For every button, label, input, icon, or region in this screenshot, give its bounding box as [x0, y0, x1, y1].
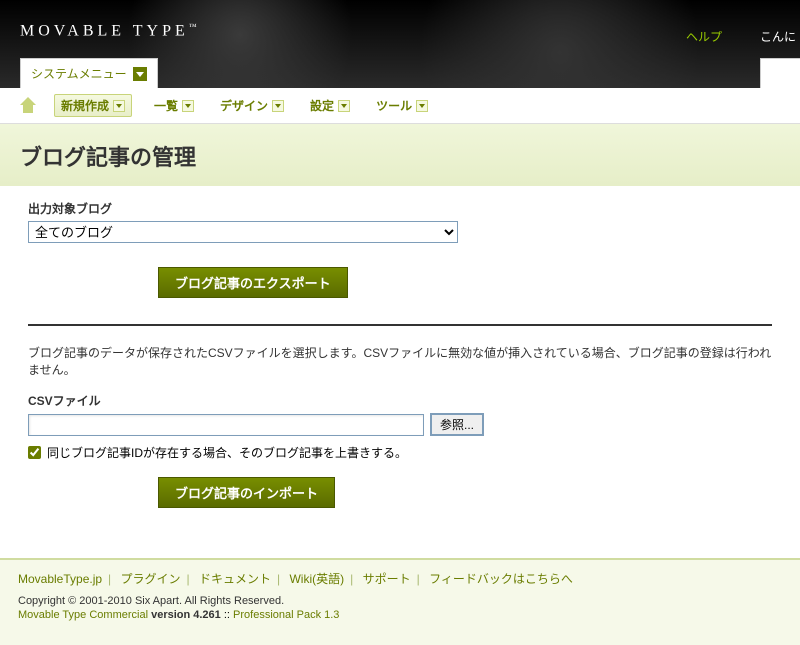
csv-file-input[interactable] — [28, 414, 424, 436]
footer-link[interactable]: MovableType.jp — [18, 572, 102, 586]
logo-tm: ™ — [189, 22, 197, 31]
system-menu-tab[interactable]: システムメニュー — [20, 58, 158, 88]
nav-item-design[interactable]: デザイン — [216, 94, 288, 117]
chevron-down-icon — [338, 100, 350, 112]
divider — [28, 324, 772, 326]
nav-item-create[interactable]: 新規作成 — [54, 94, 132, 117]
footer-link[interactable]: ドキュメント — [199, 572, 271, 586]
pack-name: Professional Pack 1.3 — [233, 609, 339, 621]
nav-label: 一覧 — [154, 97, 178, 114]
overwrite-row[interactable]: 同じブログ記事IDが存在する場合、そのブログ記事を上書きする。 — [28, 444, 772, 461]
nav-item-settings[interactable]: 設定 — [306, 94, 354, 117]
page-title-area: ブログ記事の管理 — [0, 124, 800, 186]
browse-button[interactable]: 参照... — [430, 413, 484, 436]
chevron-down-icon — [113, 100, 125, 112]
import-instruction: ブログ記事のデータが保存されたCSVファイルを選択します。CSVファイルに無効な… — [28, 344, 772, 378]
csv-label: CSVファイル — [28, 392, 772, 409]
footer-link[interactable]: プラグイン — [121, 572, 181, 586]
footer-link[interactable]: フィードバックはこちらへ — [429, 572, 573, 586]
export-blog-label: 出力対象ブログ — [28, 200, 772, 217]
help-link[interactable]: ヘルプ — [686, 28, 722, 45]
nav-item-tools[interactable]: ツール — [372, 94, 432, 117]
logo: MOVABLE TYPE™ — [20, 22, 197, 40]
footer-link[interactable]: サポート — [363, 572, 411, 586]
import-button[interactable]: ブログ記事のインポート — [158, 477, 335, 508]
nav-item-list[interactable]: 一覧 — [150, 94, 198, 117]
version-sep: :: — [221, 609, 233, 621]
nav-label: 新規作成 — [61, 97, 109, 114]
file-row: 参照... — [28, 413, 772, 436]
chevron-down-icon — [416, 100, 428, 112]
system-menu-label: システムメニュー — [31, 65, 127, 82]
logo-text: MOVABLE TYPE — [20, 22, 189, 39]
version-line: Movable Type Commercial version 4.261 ::… — [18, 609, 782, 621]
version: version 4.261 — [151, 609, 221, 621]
export-button[interactable]: ブログ記事のエクスポート — [158, 267, 348, 298]
nav-label: ツール — [376, 97, 412, 114]
copyright: Copyright © 2001-2010 Six Apart. All Rig… — [18, 595, 782, 607]
content: 出力対象ブログ 全てのブログ ブログ記事のエクスポート ブログ記事のデータが保存… — [0, 186, 800, 528]
search-box[interactable]: 検索 — [760, 58, 800, 88]
search-label: 検索 — [769, 67, 793, 81]
chevron-down-icon — [133, 67, 147, 81]
nav-label: デザイン — [220, 97, 268, 114]
footer-links: MovableType.jp| プラグイン| ドキュメント| Wiki(英語)|… — [18, 570, 782, 587]
nav-label: 設定 — [310, 97, 334, 114]
overwrite-label: 同じブログ記事IDが存在する場合、そのブログ記事を上書きする。 — [47, 444, 407, 461]
page-title: ブログ記事の管理 — [20, 140, 780, 172]
footer: MovableType.jp| プラグイン| ドキュメント| Wiki(英語)|… — [0, 558, 800, 645]
product-name: Movable Type Commercial — [18, 609, 148, 621]
overwrite-checkbox[interactable] — [28, 446, 41, 459]
home-icon[interactable] — [20, 99, 36, 113]
chevron-down-icon — [272, 100, 284, 112]
greeting-text: こんに — [760, 28, 800, 45]
app-header: MOVABLE TYPE™ ヘルプ こんに システムメニュー 検索 — [0, 0, 800, 88]
navbar: 新規作成 一覧 デザイン 設定 ツール — [0, 88, 800, 124]
blog-select[interactable]: 全てのブログ — [28, 221, 458, 243]
chevron-down-icon — [182, 100, 194, 112]
footer-link[interactable]: Wiki(英語) — [289, 572, 344, 586]
